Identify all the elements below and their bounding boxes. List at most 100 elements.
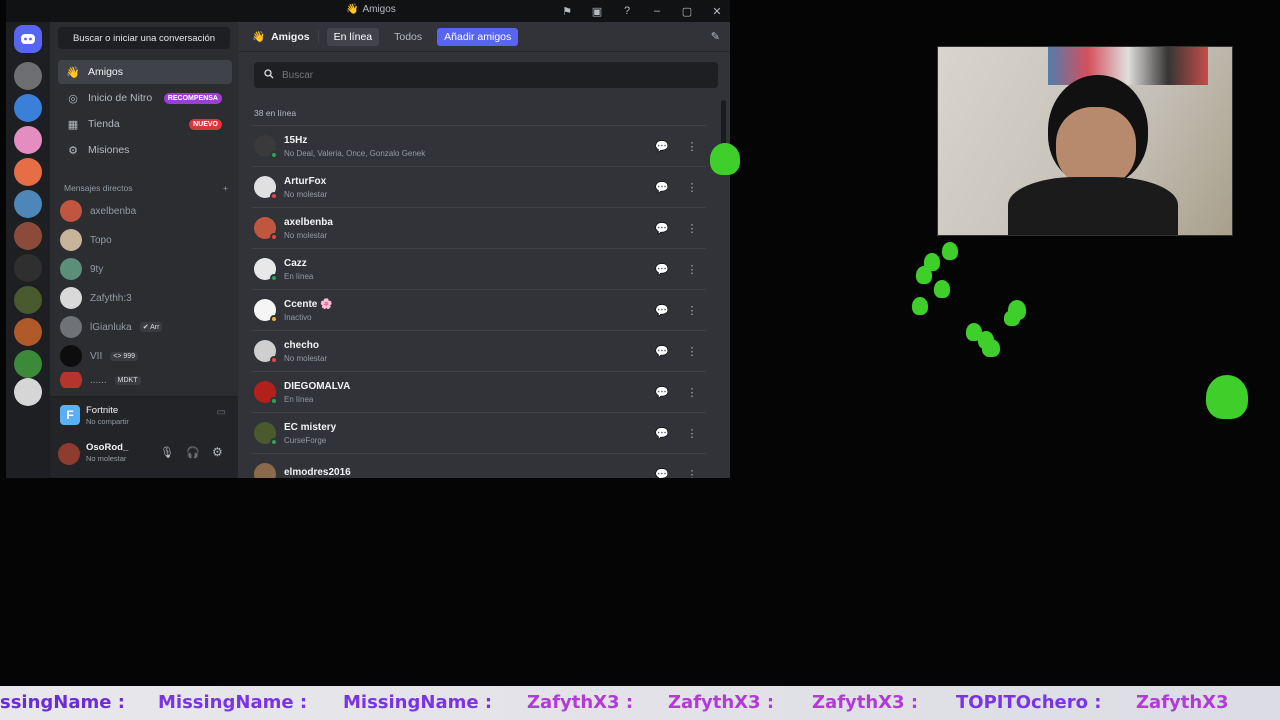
message-icon[interactable]: 💬 xyxy=(652,341,672,361)
friends-icon: 👋 xyxy=(346,4,359,15)
avatar xyxy=(60,258,82,280)
friend-name: axelbenba xyxy=(284,216,333,228)
search-input[interactable] xyxy=(282,69,682,81)
more-options-icon[interactable]: ⋮ xyxy=(682,136,702,156)
sidebar-item-shop[interactable]: ▦ Tienda NUEVO xyxy=(58,112,232,136)
avatar xyxy=(254,422,278,446)
more-options-icon[interactable]: ⋮ xyxy=(682,341,702,361)
friend-row[interactable]: 15Hz No Deal, Valeria, Once, Gonzalo Gene… xyxy=(252,125,706,166)
message-icon[interactable]: 💬 xyxy=(652,136,672,156)
stream-icon[interactable]: ▭ xyxy=(217,407,226,418)
status-dot xyxy=(270,397,278,405)
headphones-icon[interactable]: 🎧 xyxy=(186,446,200,459)
sidebar-item-quests[interactable]: ⚙ Misiones xyxy=(58,138,232,162)
avatar xyxy=(254,340,278,364)
more-options-icon[interactable]: ⋮ xyxy=(682,259,702,279)
help-icon[interactable]: ? xyxy=(618,2,636,20)
add-friend-button[interactable]: Añadir amigos xyxy=(437,27,519,46)
more-options-icon[interactable]: ⋮ xyxy=(682,218,702,238)
friend-row[interactable]: axelbenba No molestar 💬 ⋮ xyxy=(252,207,706,248)
message-icon[interactable]: 💬 xyxy=(652,423,672,443)
friend-row[interactable]: elmodres2016 💬 ⋮ xyxy=(252,453,706,478)
message-icon[interactable]: 💬 xyxy=(652,218,672,238)
dm-item[interactable]: 9ty xyxy=(60,256,230,282)
clan-tag: ✔ Arr xyxy=(139,322,163,332)
ticker-name: ZafythX3 : xyxy=(668,692,775,713)
clan-tag: MDKT xyxy=(114,375,141,385)
dm-item[interactable]: VII <> 999 xyxy=(60,343,230,369)
friend-row[interactable]: DIEGOMALVA En línea 💬 ⋮ xyxy=(252,371,706,412)
server-icon[interactable] xyxy=(14,158,42,186)
friend-name: EC mistery xyxy=(284,421,337,433)
maximize-button[interactable]: ▢ xyxy=(678,2,696,20)
create-dm-icon[interactable]: + xyxy=(223,183,228,193)
friend-row[interactable]: Cazz En línea 💬 ⋮ xyxy=(252,248,706,289)
slime-sprite xyxy=(1206,375,1248,419)
message-icon[interactable]: 💬 xyxy=(652,464,672,479)
message-icon[interactable]: 💬 xyxy=(652,300,672,320)
slime-sprite xyxy=(912,297,928,315)
find-conversation-button[interactable]: Buscar o iniciar una conversación xyxy=(58,27,230,49)
dm-sidebar: Buscar o iniciar una conversación 👋 Amig… xyxy=(50,22,238,478)
more-options-icon[interactable]: ⋮ xyxy=(682,423,702,443)
new-badge: NUEVO xyxy=(189,118,222,130)
microphone-icon[interactable]: 🎙 xyxy=(160,446,174,459)
slime-sprite xyxy=(934,280,950,298)
inbox-icon[interactable]: ⚑ xyxy=(558,2,576,20)
server-icon[interactable] xyxy=(14,350,42,378)
avatar[interactable] xyxy=(58,443,80,465)
message-icon[interactable]: 💬 xyxy=(652,259,672,279)
server-icon[interactable] xyxy=(14,62,42,90)
server-icon[interactable] xyxy=(14,378,42,406)
reward-badge: RECOMPENSA xyxy=(163,92,222,104)
more-options-icon[interactable]: ⋮ xyxy=(682,300,702,320)
activity-panel: F Fortnite No compartir ▭ xyxy=(50,396,238,432)
close-button[interactable]: ✕ xyxy=(708,2,726,20)
status-dot xyxy=(270,438,278,446)
dm-header: Mensajes directos + xyxy=(64,183,228,193)
discord-window: 👋 Amigos ⚑ ▣ ? – ▢ ✕ Buscar o iniciar un… xyxy=(6,0,730,478)
dm-item[interactable]: Topo xyxy=(60,227,230,253)
avatar xyxy=(254,217,278,241)
tab-all[interactable]: Todos xyxy=(387,28,429,46)
message-icon[interactable]: 💬 xyxy=(652,177,672,197)
webcam-overlay xyxy=(937,46,1233,236)
dm-item[interactable]: axelbenba xyxy=(60,198,230,224)
server-icon[interactable] xyxy=(14,318,42,346)
more-options-icon[interactable]: ⋮ xyxy=(682,382,702,402)
server-icon[interactable] xyxy=(14,254,42,282)
server-icon[interactable] xyxy=(14,190,42,218)
friends-search[interactable] xyxy=(254,62,718,88)
server-icon[interactable] xyxy=(14,126,42,154)
friend-row[interactable]: ArturFox No molestar 💬 ⋮ xyxy=(252,166,706,207)
screen-share-icon[interactable]: ▣ xyxy=(588,2,606,20)
friend-status: No molestar xyxy=(284,230,328,240)
dm-item[interactable]: ...... MDKT xyxy=(60,372,230,388)
ticker-name: ZafythX3 : xyxy=(527,692,634,713)
more-options-icon[interactable]: ⋮ xyxy=(682,464,702,479)
status-dot xyxy=(270,192,278,200)
sidebar-item-nitro[interactable]: ◎ Inicio de Nitro RECOMPENSA xyxy=(58,86,232,110)
dm-item[interactable]: lGianluka ✔ Arr xyxy=(60,314,230,340)
avatar xyxy=(60,316,82,338)
home-button[interactable] xyxy=(14,25,42,53)
more-options-icon[interactable]: ⋮ xyxy=(682,177,702,197)
server-icon[interactable] xyxy=(14,286,42,314)
friend-row[interactable]: Ccente 🌸 Inactivo 💬 ⋮ xyxy=(252,289,706,330)
page-title: 👋 Amigos xyxy=(252,30,319,43)
new-group-dm-icon[interactable]: ✎ xyxy=(711,30,720,43)
slime-sprite xyxy=(916,266,932,284)
friends-icon: 👋 xyxy=(252,31,266,43)
minimize-button[interactable]: – xyxy=(648,2,666,20)
sidebar-item-friends[interactable]: 👋 Amigos xyxy=(58,60,232,84)
friend-row[interactable]: checho No molestar 💬 ⋮ xyxy=(252,330,706,371)
friend-name: Ccente 🌸 xyxy=(284,298,333,310)
nitro-icon: ◎ xyxy=(68,92,78,105)
tab-online[interactable]: En línea xyxy=(326,27,380,46)
friend-row[interactable]: EC mistery CurseForge 💬 ⋮ xyxy=(252,412,706,453)
dm-item[interactable]: Zafythh:3 xyxy=(60,285,230,311)
gear-icon[interactable]: ⚙ xyxy=(212,445,223,459)
server-icon[interactable] xyxy=(14,94,42,122)
server-icon[interactable] xyxy=(14,222,42,250)
message-icon[interactable]: 💬 xyxy=(652,382,672,402)
